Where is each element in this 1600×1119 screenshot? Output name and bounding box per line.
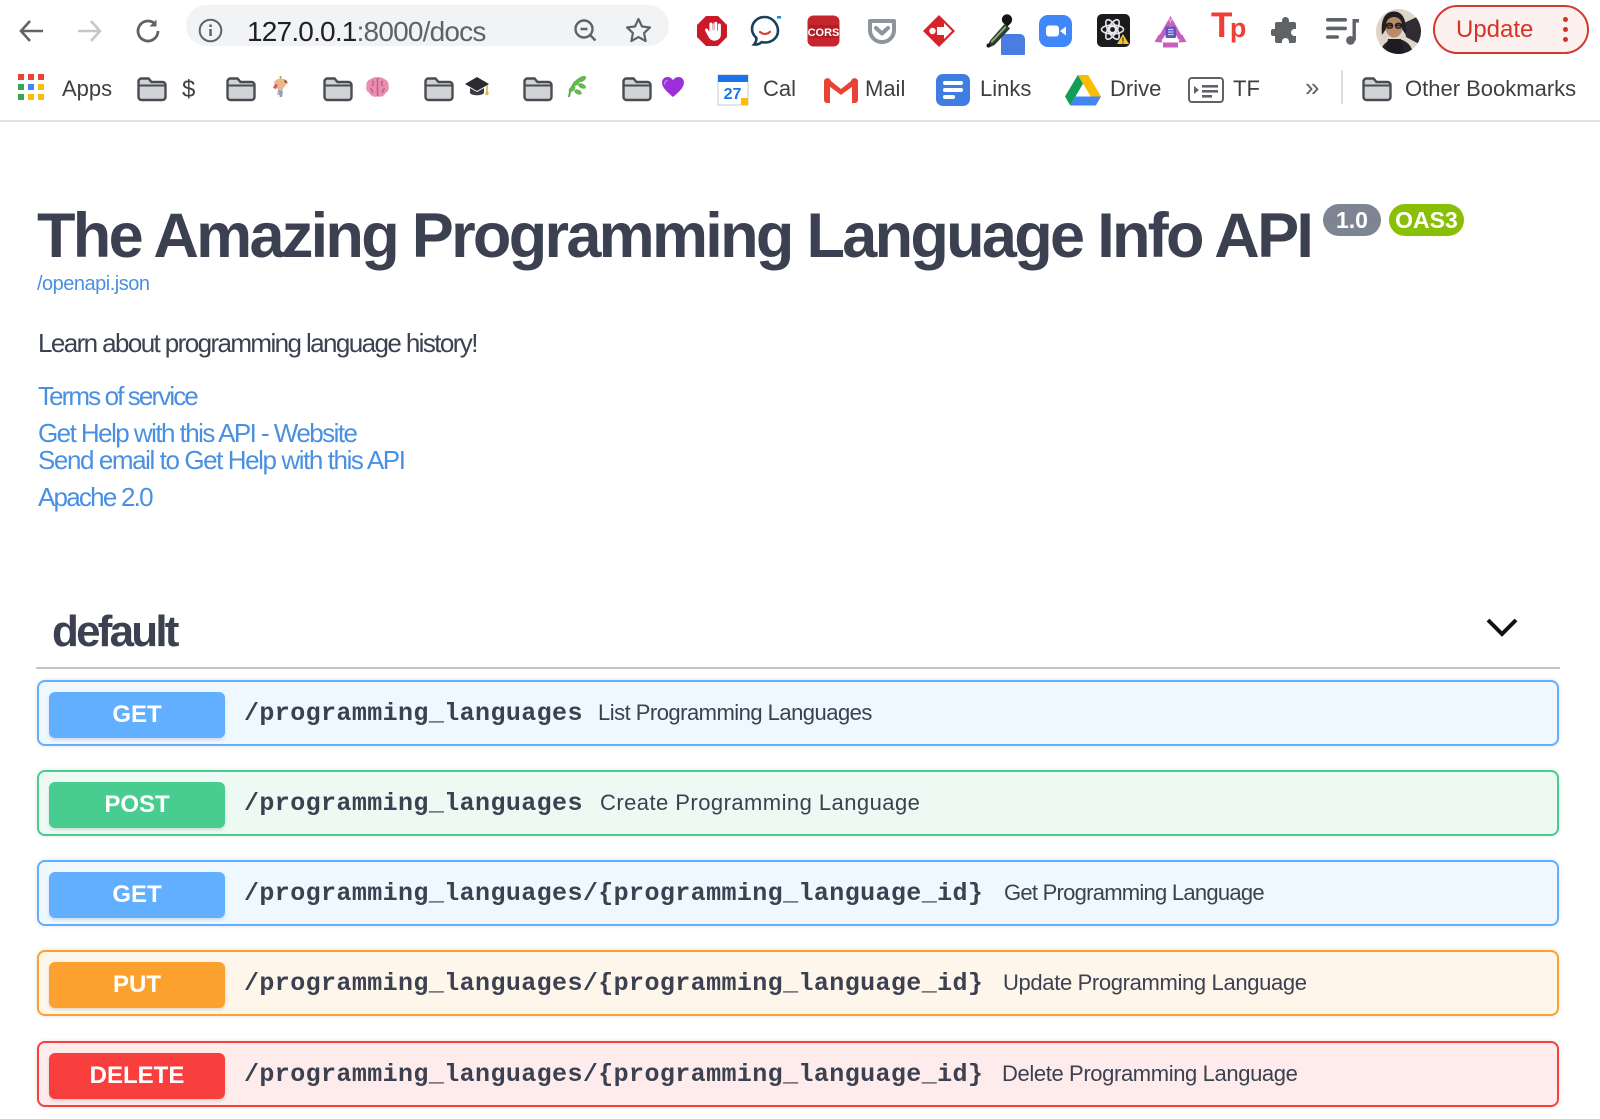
- svg-text:!: !: [1122, 37, 1125, 46]
- svg-text:27: 27: [724, 86, 742, 103]
- svg-text:CORS: CORS: [808, 27, 840, 39]
